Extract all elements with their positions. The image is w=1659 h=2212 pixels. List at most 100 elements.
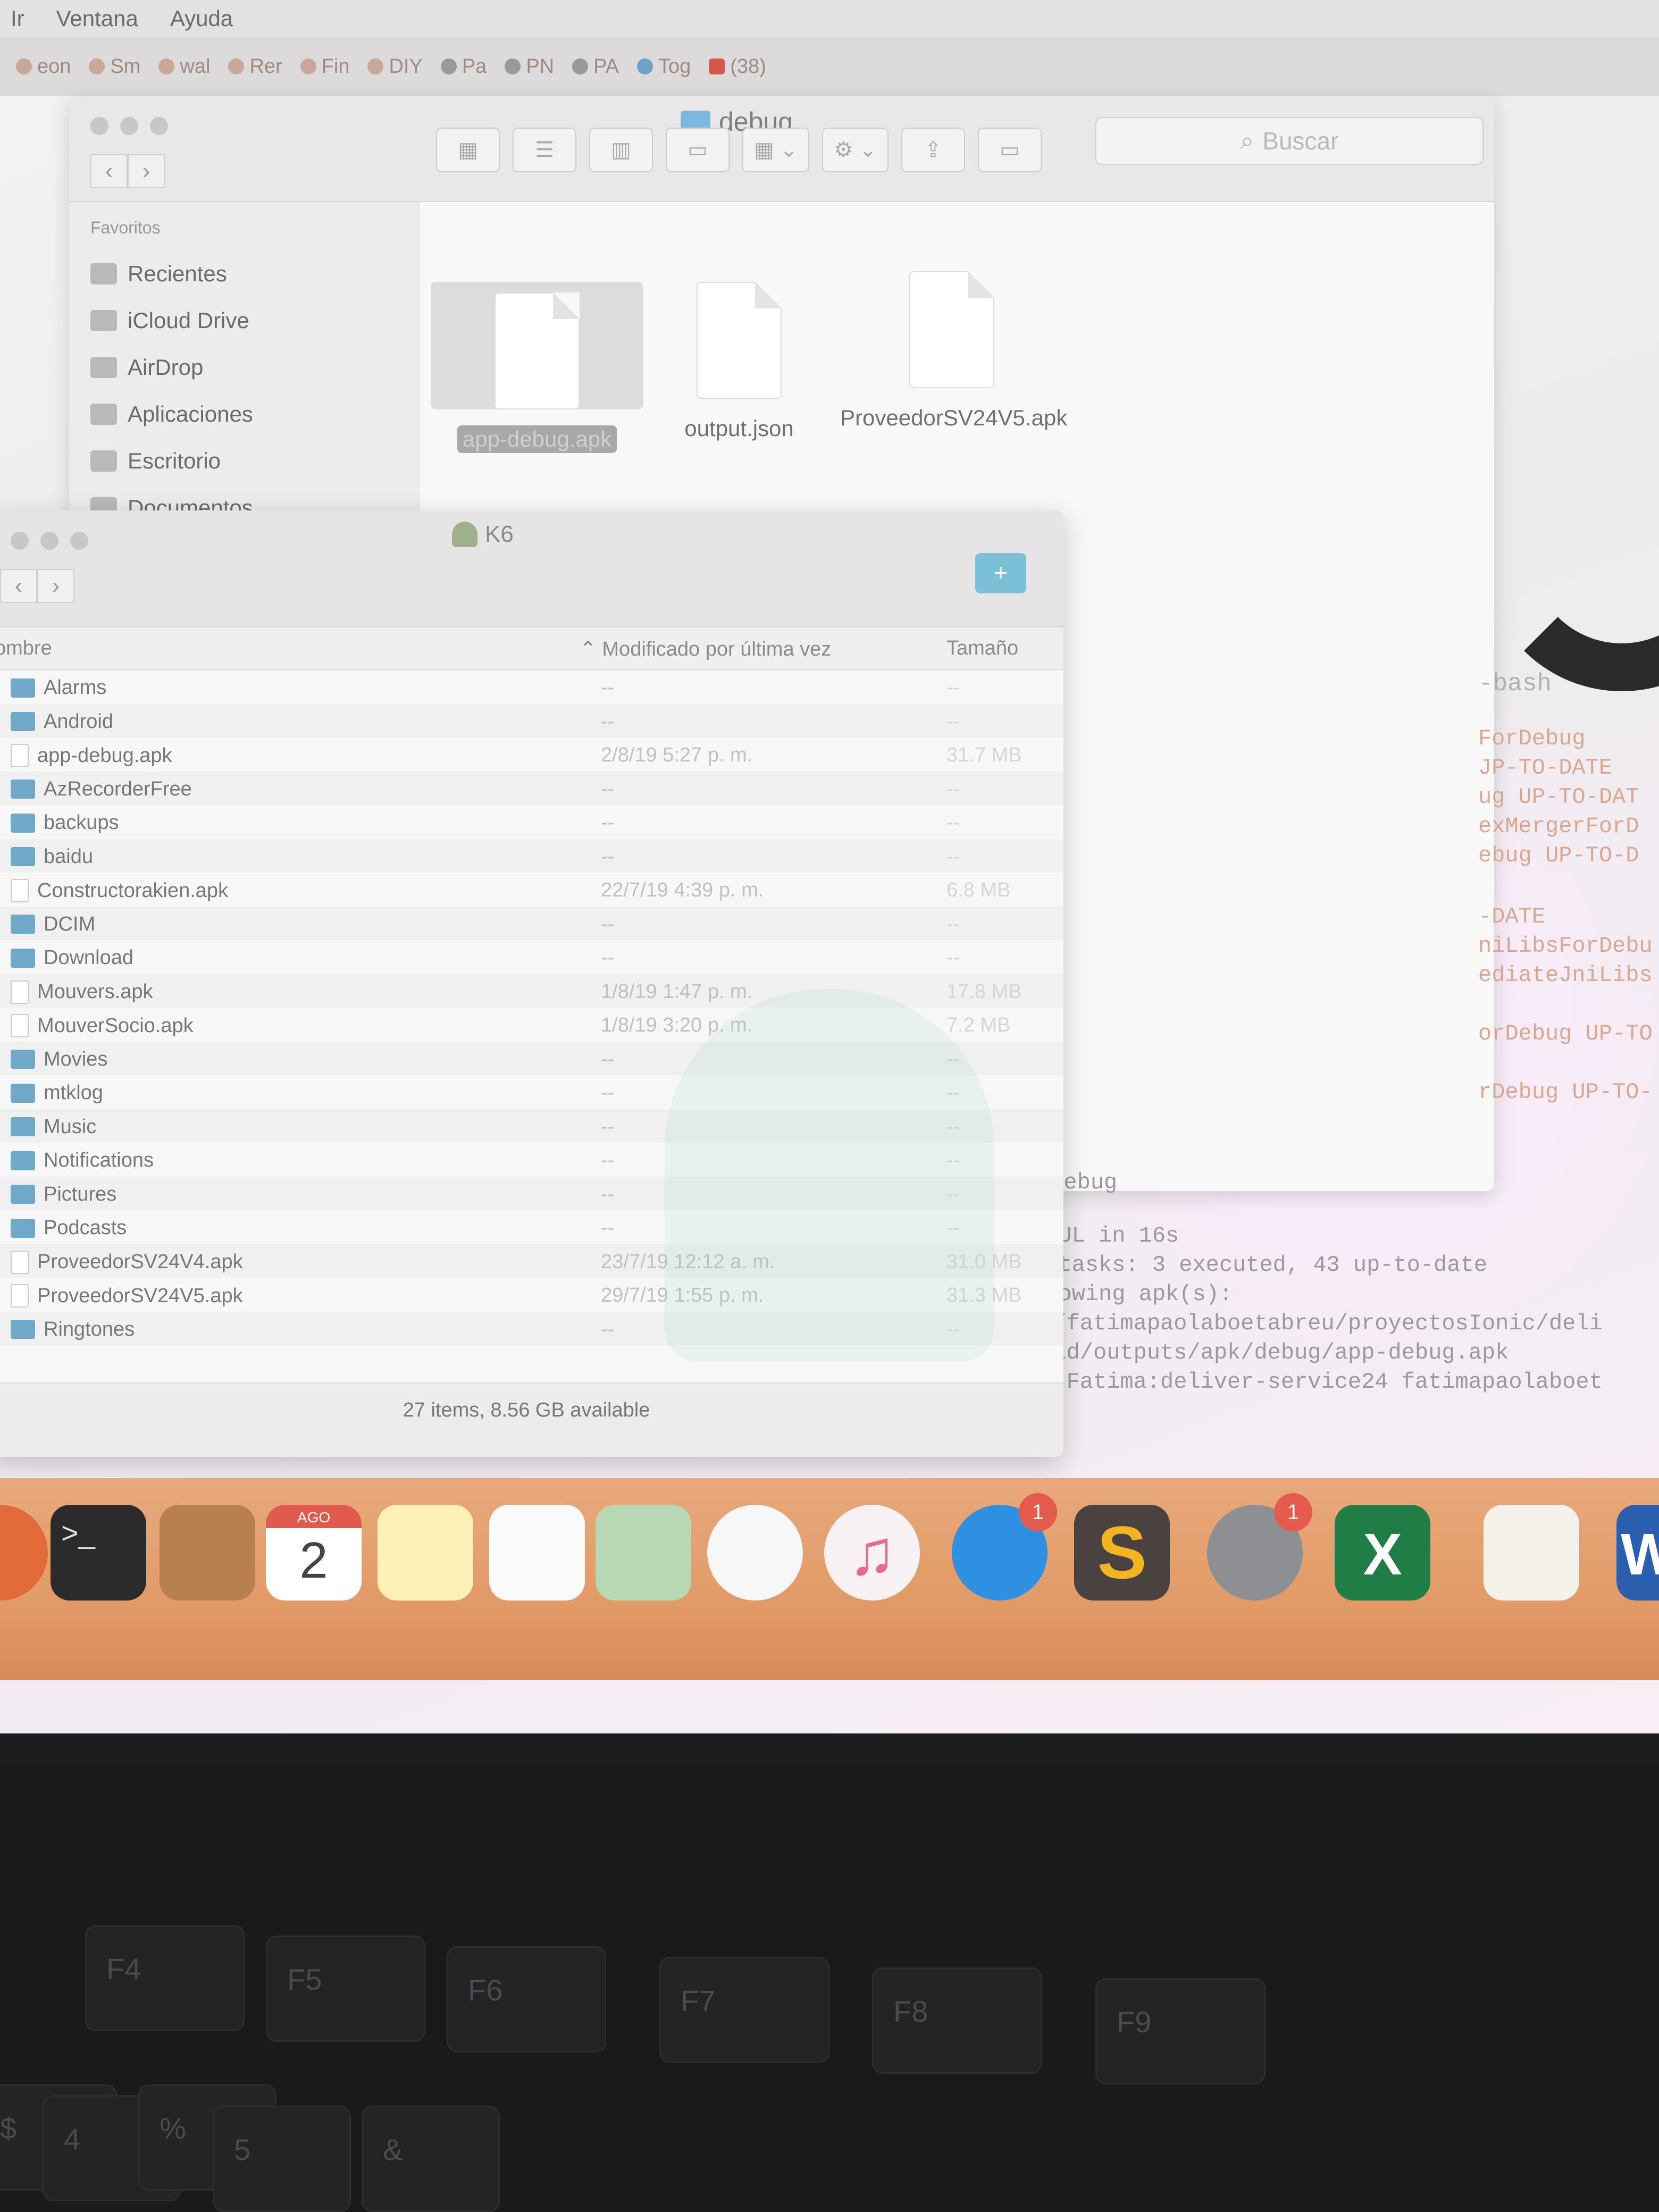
calendar-icon[interactable]: AGO 2	[266, 1505, 362, 1601]
system-preferences-icon[interactable]: 1	[1207, 1493, 1312, 1601]
file-proveedor-v5[interactable]: ProveedorSV24V5.apk	[840, 271, 1067, 432]
desktop-icon	[90, 450, 117, 472]
list-row[interactable]: baidu -- --	[0, 839, 1063, 873]
bookmark-item[interactable]: wal	[158, 55, 210, 78]
file-app-debug[interactable]: app-debug.apk	[431, 282, 643, 453]
menu-window[interactable]: Ventana	[56, 6, 138, 31]
minimize-button[interactable]	[120, 117, 138, 135]
terminal-line: orDebug UP-TO	[1478, 1021, 1653, 1046]
zoom-button[interactable]	[70, 532, 88, 550]
minimize-button[interactable]	[40, 532, 58, 550]
key: F4	[85, 1925, 245, 2031]
terminal-tab[interactable]: -bash	[1478, 670, 1552, 698]
view-list-button[interactable]: ☰	[513, 128, 576, 172]
cloud-icon	[90, 310, 117, 331]
list-row[interactable]: Podcasts -- --	[0, 1210, 1063, 1244]
tag-button[interactable]: ▭	[977, 128, 1042, 172]
col-modified[interactable]: ⌃ Modificado por última vez	[580, 637, 831, 661]
photos-icon[interactable]	[707, 1505, 803, 1601]
menu-help[interactable]: Ayuda	[170, 6, 233, 31]
list-row[interactable]: Android -- --	[0, 703, 1063, 738]
bookmark-item[interactable]: Pa	[440, 55, 487, 78]
bookmark-item[interactable]: Rer	[228, 55, 282, 78]
zoom-button[interactable]	[150, 117, 168, 135]
view-icons-button[interactable]: ▦	[436, 128, 500, 172]
notes-icon[interactable]	[378, 1505, 473, 1601]
menu-go[interactable]: Ir	[11, 6, 24, 31]
folder-icon	[11, 915, 35, 934]
list-row[interactable]: Notifications -- --	[0, 1143, 1063, 1177]
share-button[interactable]: ⇪	[901, 128, 965, 172]
list-row[interactable]: Alarms -- --	[0, 670, 1063, 704]
sidebar-item-icloud[interactable]: iCloud Drive	[90, 297, 420, 344]
excel-icon[interactable]: X	[1335, 1505, 1430, 1601]
bookmark-item[interactable]: PA	[572, 55, 619, 78]
bookmark-item[interactable]: Tog	[636, 55, 691, 78]
col-size[interactable]: Tamaño	[946, 637, 1018, 660]
app-store-icon[interactable]: 1	[952, 1493, 1057, 1601]
maps-icon[interactable]	[596, 1505, 691, 1601]
forward-button[interactable]: ›	[37, 569, 74, 603]
list-row[interactable]: Download -- --	[0, 940, 1063, 974]
action-gear-button[interactable]: ⚙ ⌄	[822, 128, 889, 172]
terminal-icon[interactable]: >_	[51, 1505, 146, 1601]
file-icon	[11, 1014, 29, 1037]
list-row[interactable]: Ringtones -- --	[0, 1311, 1063, 1345]
notebook-icon[interactable]	[160, 1505, 255, 1601]
forward-button[interactable]: ›	[128, 154, 165, 188]
bookmark-item[interactable]: (38)	[709, 55, 766, 78]
calculator-icon[interactable]	[1484, 1505, 1579, 1601]
sidebar-item-desktop[interactable]: Escritorio	[90, 438, 420, 484]
list-row[interactable]: backups -- --	[0, 805, 1063, 839]
android-file-transfer-window: K6 ‹ › + ombre ⌃ Modificado por última v…	[0, 510, 1063, 1457]
folder-icon	[11, 1320, 35, 1339]
view-columns-button[interactable]: ▥	[589, 128, 653, 172]
bookmark-item[interactable]: DIY	[367, 55, 423, 78]
globe-icon	[440, 58, 457, 74]
key: F7	[659, 1957, 830, 2063]
sidebar-item-airdrop[interactable]: AirDrop	[90, 344, 420, 391]
list-row[interactable]: Music -- --	[0, 1109, 1063, 1143]
search-field[interactable]: ⌕ Buscar	[1095, 117, 1484, 165]
terminal-line: JP-TO-DATE	[1478, 755, 1613, 781]
bookmark-item[interactable]: eon	[16, 55, 71, 78]
folder-icon	[11, 948, 35, 968]
reminders-icon[interactable]	[489, 1505, 585, 1601]
file-icon	[11, 1250, 29, 1274]
key: F6	[447, 1946, 606, 2052]
list-row[interactable]: AzRecorderFree -- --	[0, 771, 1063, 805]
list-row[interactable]: DCIM -- --	[0, 906, 1063, 940]
close-button[interactable]	[11, 532, 29, 550]
list-row[interactable]: Mouvers.apk 1/8/19 1:47 p. m. 17.8 MB	[0, 974, 1063, 1008]
bookmark-item[interactable]: Fin	[300, 55, 349, 78]
terminal-line: exMergerForD	[1478, 814, 1639, 839]
view-gallery-button[interactable]: ▭	[666, 128, 730, 172]
list-row[interactable]: app-debug.apk 2/8/19 5:27 p. m. 31.7 MB	[0, 738, 1063, 772]
close-button[interactable]	[90, 117, 108, 135]
chrome-icon[interactable]	[0, 1505, 48, 1601]
terminal-line: de-Fatima:deliver-service24 fatimapaolab…	[1026, 1369, 1603, 1395]
list-row[interactable]: ProveedorSV24V4.apk 23/7/19 12:12 a. m. 31…	[0, 1244, 1063, 1278]
file-output-json[interactable]: output.json	[633, 282, 845, 442]
list-row[interactable]: Movies -- --	[0, 1041, 1063, 1075]
list-row[interactable]: MouverSocio.apk 1/8/19 3:20 p. m. 7.2 MB	[0, 1008, 1063, 1042]
group-button[interactable]: ▦ ⌄	[742, 128, 810, 172]
new-folder-button[interactable]: +	[975, 553, 1026, 593]
sidebar-item-applications[interactable]: Aplicaciones	[90, 391, 420, 438]
back-button[interactable]: ‹	[90, 154, 128, 188]
bookmark-item[interactable]: PN	[505, 55, 554, 78]
window-controls	[11, 532, 88, 550]
back-button[interactable]: ‹	[0, 569, 37, 603]
sidebar-heading: Favoritos	[90, 218, 161, 237]
sidebar-item-recents[interactable]: Recientes	[90, 250, 420, 297]
list-row[interactable]: ProveedorSV24V5.apk 29/7/19 1:55 p. m. 31.…	[0, 1278, 1063, 1312]
file-icon	[11, 980, 29, 1004]
list-row[interactable]: mtklog -- --	[0, 1075, 1063, 1109]
sublime-text-icon[interactable]: S	[1074, 1505, 1170, 1601]
col-name[interactable]: ombre	[0, 637, 52, 660]
bookmark-item[interactable]: Sm	[89, 55, 140, 78]
word-icon[interactable]: W	[1616, 1505, 1659, 1601]
list-row[interactable]: Pictures -- --	[0, 1176, 1063, 1210]
music-icon[interactable]: ♫	[824, 1505, 920, 1601]
list-row[interactable]: Constructorakien.apk 22/7/19 4:39 p. m. 6.…	[0, 873, 1063, 907]
